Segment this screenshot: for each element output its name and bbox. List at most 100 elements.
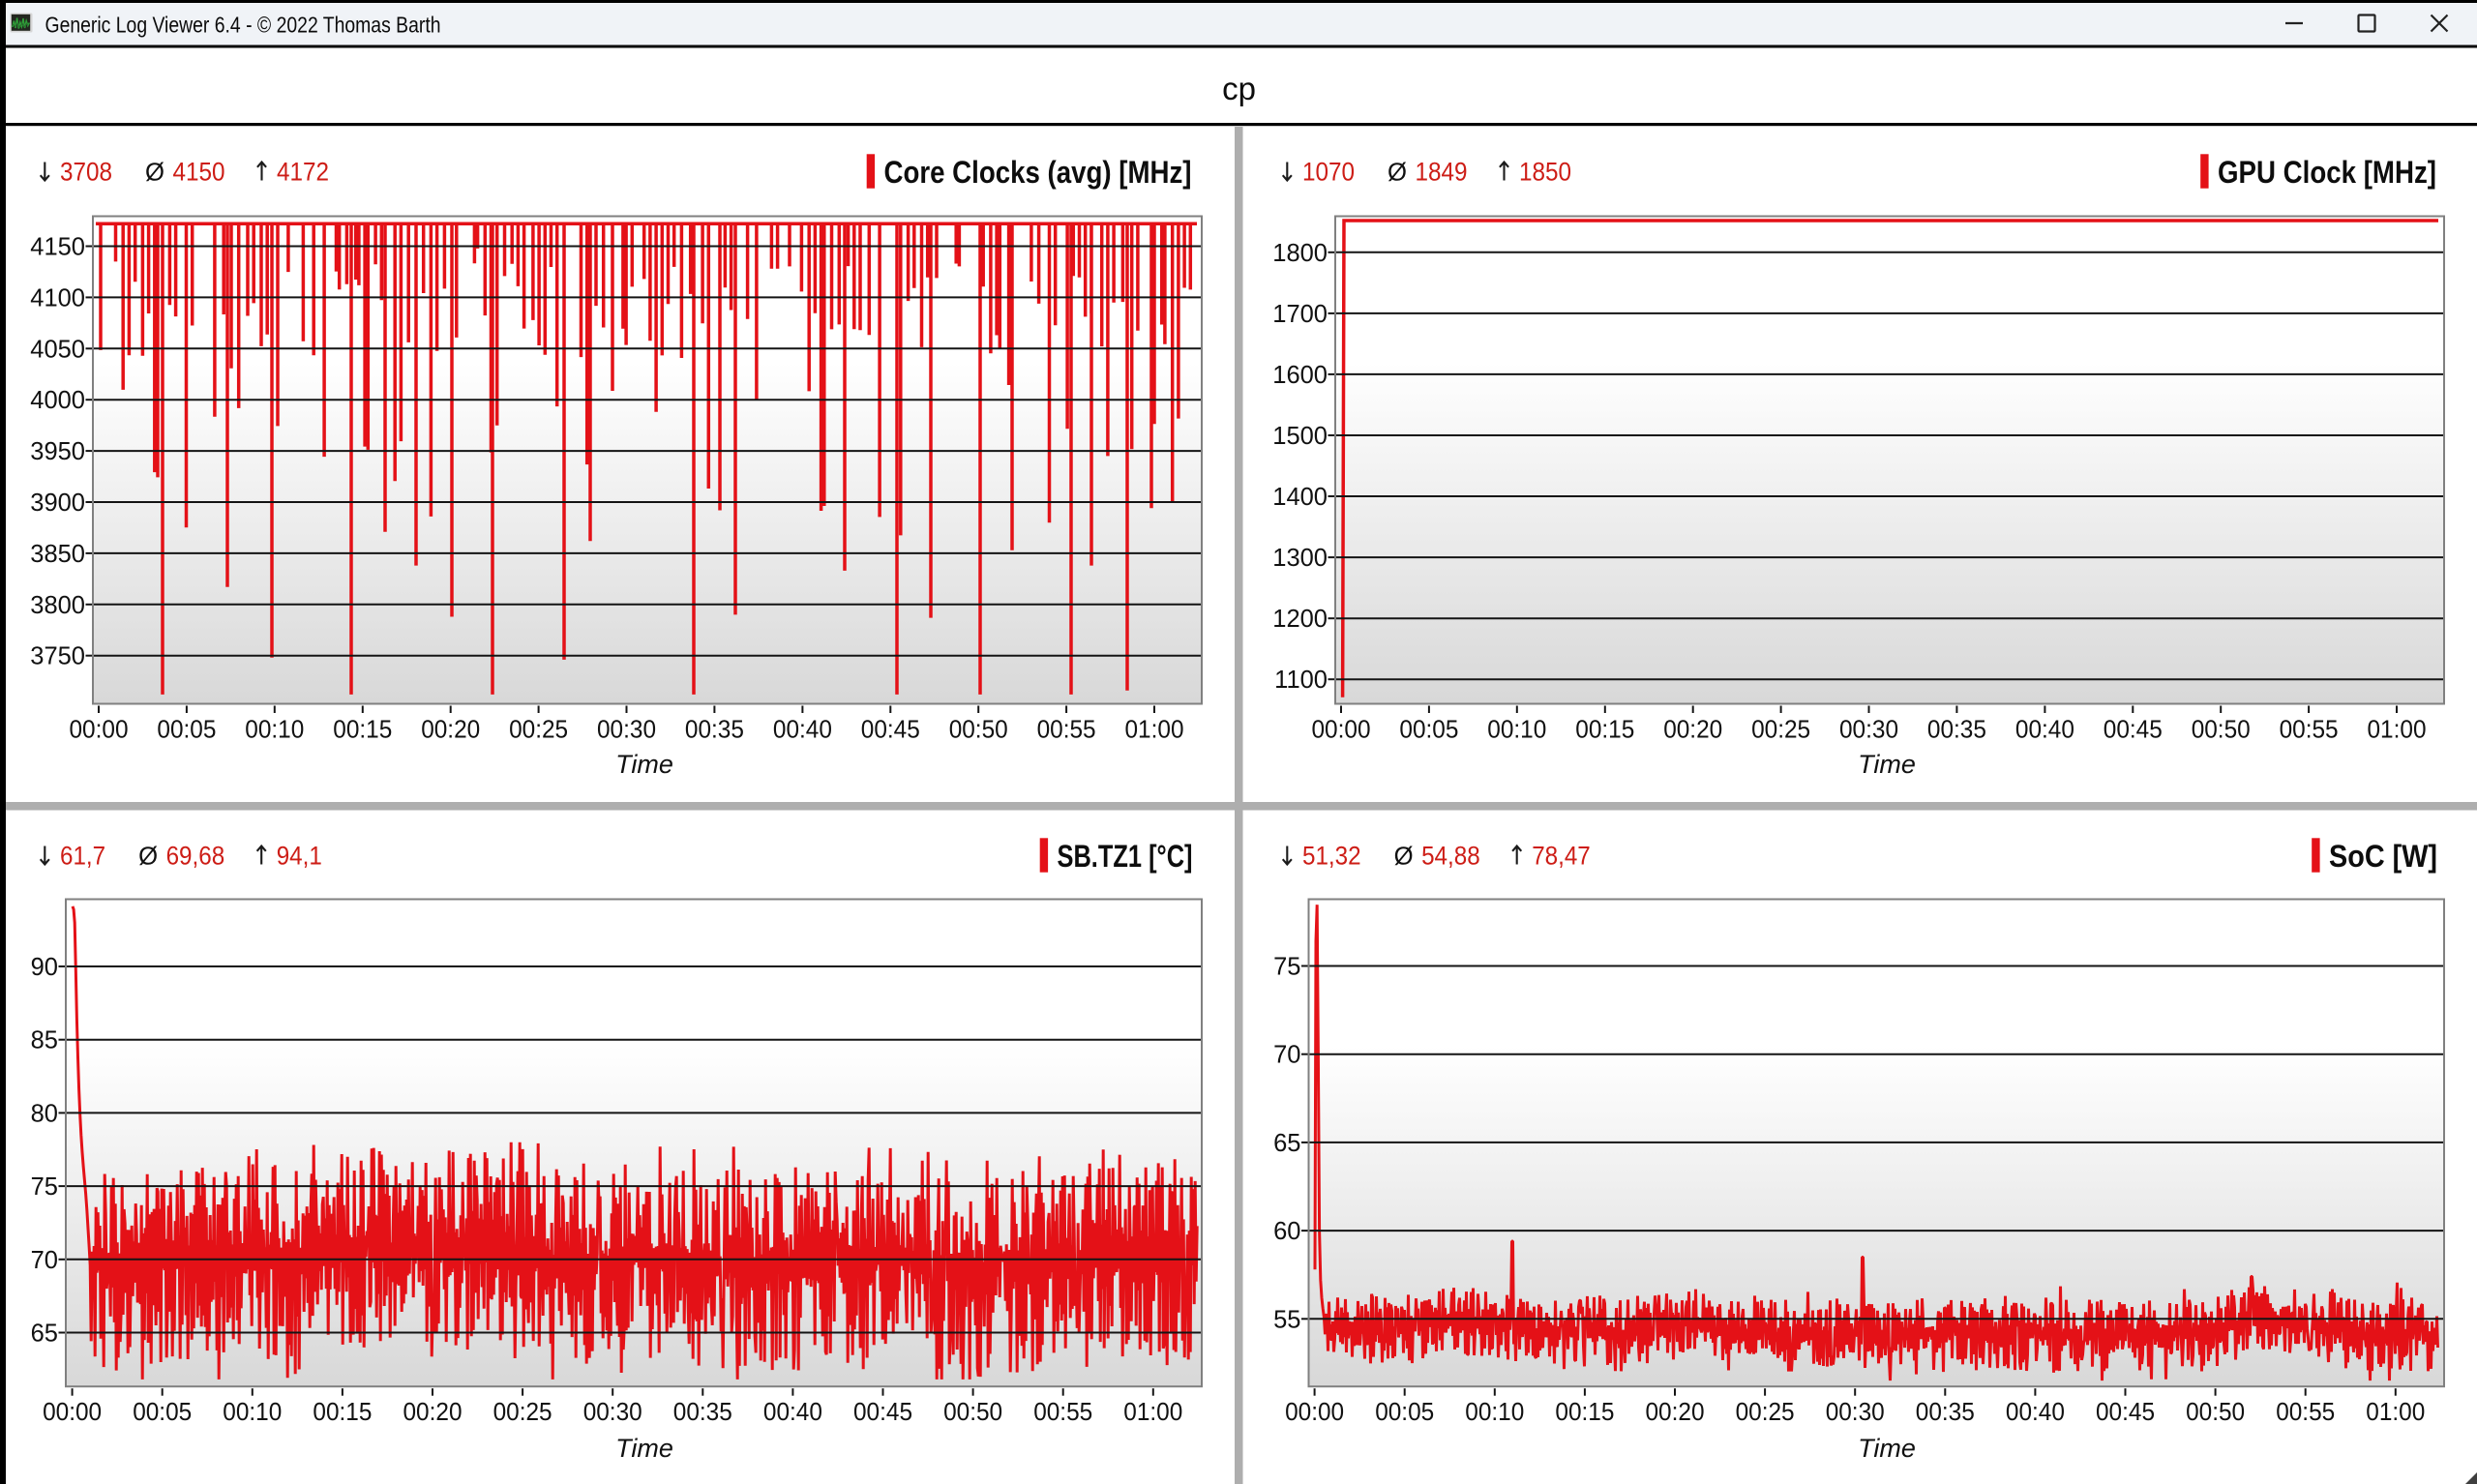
svg-text:00:45: 00:45 — [2096, 1399, 2155, 1426]
svg-text:00:15: 00:15 — [1555, 1399, 1614, 1426]
svg-text:00:50: 00:50 — [943, 1399, 1002, 1426]
svg-text:Time: Time — [1858, 1434, 1916, 1463]
svg-text:00:00: 00:00 — [43, 1399, 102, 1426]
svg-text:Time: Time — [1858, 750, 1916, 779]
svg-text:1300: 1300 — [1272, 545, 1328, 572]
svg-text:00:10: 00:10 — [245, 716, 304, 743]
svg-text:00:40: 00:40 — [2006, 1399, 2065, 1426]
svg-text:51,32: 51,32 — [1302, 842, 1361, 871]
svg-text:00:25: 00:25 — [509, 716, 568, 743]
svg-text:00:30: 00:30 — [583, 1399, 642, 1426]
svg-text:00:55: 00:55 — [1037, 716, 1096, 743]
svg-text:00:30: 00:30 — [1826, 1399, 1885, 1426]
svg-text:00:45: 00:45 — [861, 716, 920, 743]
svg-text:Ø: Ø — [145, 158, 164, 187]
svg-text:00:50: 00:50 — [949, 716, 1008, 743]
svg-text:94,1: 94,1 — [277, 842, 322, 871]
svg-text:54,88: 54,88 — [1421, 842, 1480, 871]
svg-text:3900: 3900 — [30, 490, 85, 517]
svg-text:cp: cp — [1222, 71, 1256, 106]
svg-text:3800: 3800 — [30, 592, 85, 619]
svg-text:65: 65 — [1273, 1130, 1300, 1157]
svg-text:4150: 4150 — [30, 234, 85, 261]
svg-text:SoC [W]: SoC [W] — [2329, 839, 2437, 874]
svg-text:GPU Clock [MHz]: GPU Clock [MHz] — [2218, 155, 2436, 190]
svg-text:00:25: 00:25 — [1736, 1399, 1795, 1426]
svg-text:3950: 3950 — [30, 438, 85, 465]
svg-text:1200: 1200 — [1272, 606, 1328, 633]
svg-text:61,7: 61,7 — [60, 842, 105, 871]
svg-text:00:55: 00:55 — [2276, 1399, 2335, 1426]
svg-text:70: 70 — [31, 1247, 58, 1274]
svg-text:1850: 1850 — [1519, 158, 1571, 187]
svg-text:00:25: 00:25 — [1751, 716, 1810, 743]
svg-text:1849: 1849 — [1416, 158, 1468, 187]
svg-text:1700: 1700 — [1272, 301, 1328, 328]
svg-text:00:05: 00:05 — [1375, 1399, 1434, 1426]
svg-text:Ø: Ø — [1388, 158, 1407, 187]
svg-text:00:45: 00:45 — [2104, 716, 2163, 743]
svg-text:00:05: 00:05 — [133, 1399, 192, 1426]
svg-text:4050: 4050 — [30, 336, 85, 363]
svg-text:1600: 1600 — [1272, 362, 1328, 389]
svg-text:01:00: 01:00 — [1123, 1399, 1182, 1426]
svg-text:00:40: 00:40 — [2015, 716, 2074, 743]
svg-text:00:10: 00:10 — [223, 1399, 282, 1426]
svg-text:75: 75 — [31, 1173, 58, 1201]
svg-text:1070: 1070 — [1302, 158, 1355, 187]
svg-text:80: 80 — [31, 1100, 58, 1127]
svg-text:Generic Log Viewer 6.4 - © 202: Generic Log Viewer 6.4 - © 2022 Thomas B… — [45, 13, 441, 38]
svg-text:00:40: 00:40 — [763, 1399, 822, 1426]
svg-text:00:35: 00:35 — [673, 1399, 732, 1426]
svg-text:78,47: 78,47 — [1532, 842, 1591, 871]
svg-text:SB.TZ1 [°C]: SB.TZ1 [°C] — [1058, 839, 1193, 874]
svg-text:Ø: Ø — [138, 842, 158, 871]
svg-text:60: 60 — [1273, 1218, 1300, 1245]
svg-text:00:15: 00:15 — [1575, 716, 1634, 743]
svg-text:00:35: 00:35 — [685, 716, 744, 743]
svg-text:Core Clocks (avg) [MHz]: Core Clocks (avg) [MHz] — [884, 155, 1192, 190]
svg-text:00:15: 00:15 — [313, 1399, 372, 1426]
svg-text:1100: 1100 — [1274, 667, 1328, 694]
svg-text:00:20: 00:20 — [403, 1399, 463, 1426]
svg-text:70: 70 — [1273, 1042, 1300, 1069]
svg-text:3750: 3750 — [30, 643, 85, 670]
svg-text:00:00: 00:00 — [1285, 1399, 1344, 1426]
svg-text:00:55: 00:55 — [1033, 1399, 1092, 1426]
svg-text:75: 75 — [1273, 954, 1300, 981]
svg-text:00:10: 00:10 — [1465, 1399, 1524, 1426]
svg-text:01:00: 01:00 — [2368, 716, 2427, 743]
svg-text:00:05: 00:05 — [1399, 716, 1458, 743]
svg-text:3850: 3850 — [30, 541, 85, 568]
svg-text:00:35: 00:35 — [1916, 1399, 1975, 1426]
svg-text:00:15: 00:15 — [333, 716, 392, 743]
svg-text:00:20: 00:20 — [1646, 1399, 1705, 1426]
svg-text:00:50: 00:50 — [2192, 716, 2251, 743]
svg-text:3708: 3708 — [60, 158, 112, 187]
svg-text:00:10: 00:10 — [1487, 716, 1546, 743]
svg-text:4172: 4172 — [277, 158, 329, 187]
svg-text:69,68: 69,68 — [166, 842, 225, 871]
svg-text:01:00: 01:00 — [1125, 716, 1184, 743]
svg-text:00:00: 00:00 — [1312, 716, 1371, 743]
svg-text:4150: 4150 — [173, 158, 225, 187]
svg-text:00:30: 00:30 — [1839, 716, 1898, 743]
svg-text:4000: 4000 — [30, 387, 85, 414]
svg-text:00:05: 00:05 — [157, 716, 216, 743]
svg-text:85: 85 — [31, 1027, 58, 1054]
svg-text:00:00: 00:00 — [70, 716, 129, 743]
svg-text:Ø: Ø — [1394, 842, 1414, 871]
svg-text:00:45: 00:45 — [853, 1399, 912, 1426]
svg-text:00:20: 00:20 — [421, 716, 480, 743]
svg-text:55: 55 — [1273, 1306, 1300, 1333]
svg-text:1500: 1500 — [1272, 423, 1328, 450]
svg-text:90: 90 — [31, 954, 58, 981]
svg-text:00:55: 00:55 — [2280, 716, 2339, 743]
svg-text:4100: 4100 — [30, 284, 85, 312]
svg-text:00:35: 00:35 — [1927, 716, 1986, 743]
svg-text:01:00: 01:00 — [2366, 1399, 2425, 1426]
svg-text:1400: 1400 — [1272, 484, 1328, 511]
svg-text:1800: 1800 — [1272, 240, 1328, 267]
svg-text:00:20: 00:20 — [1663, 716, 1722, 743]
svg-text:00:40: 00:40 — [773, 716, 832, 743]
